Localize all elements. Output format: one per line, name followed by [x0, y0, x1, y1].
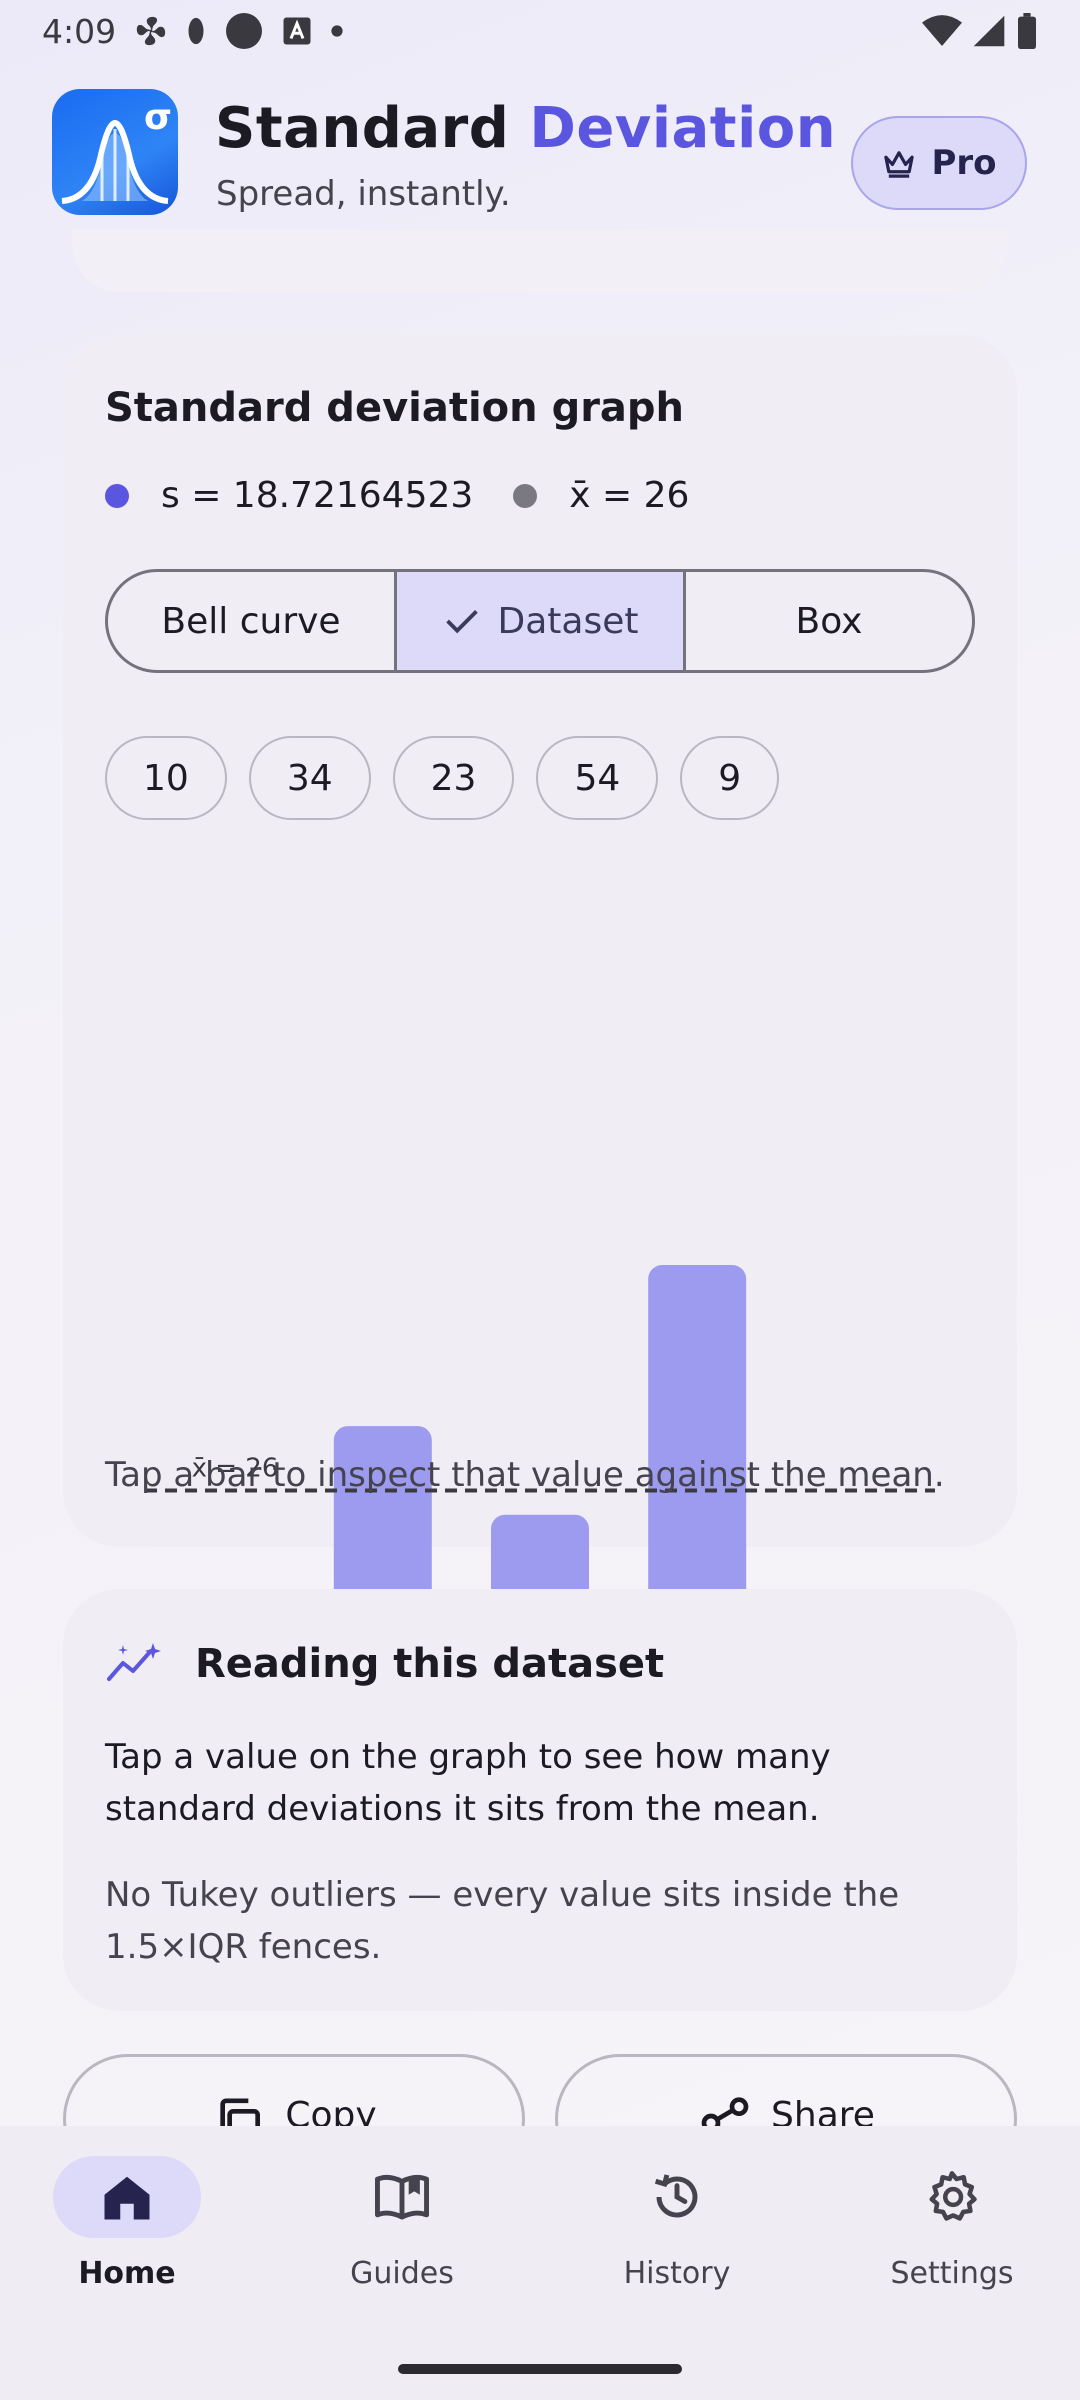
- nav-item-home[interactable]: Home: [27, 2156, 227, 2291]
- chart-hint: Tap a bar to inspect that value against …: [105, 1455, 945, 1495]
- pro-button[interactable]: Pro: [851, 116, 1027, 210]
- home-indicator: [398, 2364, 682, 2374]
- value-chips: 10 34 23 54 9: [105, 736, 780, 820]
- fan-icon: [136, 16, 166, 46]
- nav-item-guides[interactable]: Guides: [302, 2156, 502, 2291]
- nav-item-history[interactable]: History: [577, 2156, 777, 2291]
- status-bar: 4:09: [0, 0, 1080, 62]
- value-chip-label: 34: [286, 757, 333, 799]
- font-a-icon: [283, 17, 311, 45]
- legend-label-sd: s = 18.72164523: [161, 475, 474, 516]
- reading-card-note: No Tukey outliers — every value sits ins…: [105, 1875, 900, 1967]
- nav-label-guides: Guides: [350, 2256, 454, 2291]
- status-time: 4:09: [42, 11, 117, 51]
- value-chip[interactable]: 10: [105, 736, 227, 820]
- value-chip[interactable]: 9: [680, 736, 780, 820]
- nav-label-settings: Settings: [890, 2256, 1014, 2291]
- tab-dataset[interactable]: Dataset: [394, 572, 683, 670]
- legend-label-mean: x̄ = 26: [569, 475, 690, 516]
- reading-card-body: Tap a value on the graph to see how many…: [105, 1737, 831, 1829]
- nav-label-home: Home: [78, 2256, 176, 2291]
- circle-icon: [226, 13, 263, 49]
- reading-card-title: Reading this dataset: [195, 1641, 665, 1687]
- app-title-accent: Deviation: [529, 96, 837, 161]
- graph-legend: s = 18.72164523 x̄ = 26: [105, 475, 689, 516]
- tab-bell-curve[interactable]: Bell curve: [108, 572, 394, 670]
- home-icon: [104, 2176, 150, 2220]
- battery-icon: [1018, 13, 1036, 49]
- nav-indicator: [53, 2156, 201, 2238]
- nav-label-history: History: [623, 2256, 731, 2291]
- bottom-navigation: Home Guides History Settings: [0, 2126, 1080, 2400]
- book-icon: [375, 2174, 429, 2220]
- app-subtitle: Spread, instantly.: [216, 174, 511, 214]
- legend-dot-mean: [513, 483, 538, 508]
- graph-card-title: Standard deviation graph: [105, 385, 685, 431]
- nav-item-settings[interactable]: Settings: [852, 2156, 1052, 2291]
- bell-curve-logo-icon: σ: [61, 97, 172, 204]
- value-chip-label: 10: [143, 757, 189, 799]
- nav-icon-wrap: [328, 2156, 476, 2238]
- signal-icon: [973, 15, 1005, 47]
- history-icon: [654, 2174, 698, 2218]
- crown-icon: [884, 151, 915, 178]
- graph-card: Standard deviation graph s = 18.72164523…: [63, 335, 1017, 1704]
- wifi-icon: [922, 15, 962, 46]
- dot-icon: [331, 25, 343, 37]
- tab-box[interactable]: Box: [683, 572, 972, 670]
- nav-icon-wrap: [603, 2156, 751, 2238]
- value-chip[interactable]: 34: [248, 736, 371, 820]
- pro-button-label: Pro: [931, 143, 997, 183]
- graph-view-tabs: Bell curve Dataset Box: [105, 569, 975, 673]
- value-chip-label: 9: [718, 757, 742, 799]
- app-title: Standard Deviation: [215, 96, 836, 161]
- legend-dot-sd: [105, 483, 129, 508]
- value-chip-label: 23: [430, 757, 477, 799]
- tab-box-label: Box: [795, 600, 863, 642]
- sparkle-trend-icon: [107, 1643, 161, 1681]
- nav-icon-wrap: [878, 2156, 1026, 2238]
- svg-text:σ: σ: [144, 97, 172, 138]
- reading-card: Reading this dataset Tap a value on the …: [63, 1589, 1017, 2011]
- check-icon: [445, 610, 478, 634]
- value-chip-label: 54: [574, 757, 621, 799]
- app-title-main: Standard: [215, 96, 510, 161]
- value-chip[interactable]: 54: [536, 736, 659, 820]
- app-logo: σ: [52, 89, 178, 215]
- value-chip[interactable]: 23: [392, 736, 515, 820]
- previous-card-edge: [72, 230, 1008, 292]
- tab-dataset-label: Dataset: [497, 600, 639, 642]
- drop-icon: [188, 17, 204, 45]
- gear-icon: [929, 2171, 977, 2221]
- tab-bell-curve-label: Bell curve: [161, 600, 341, 642]
